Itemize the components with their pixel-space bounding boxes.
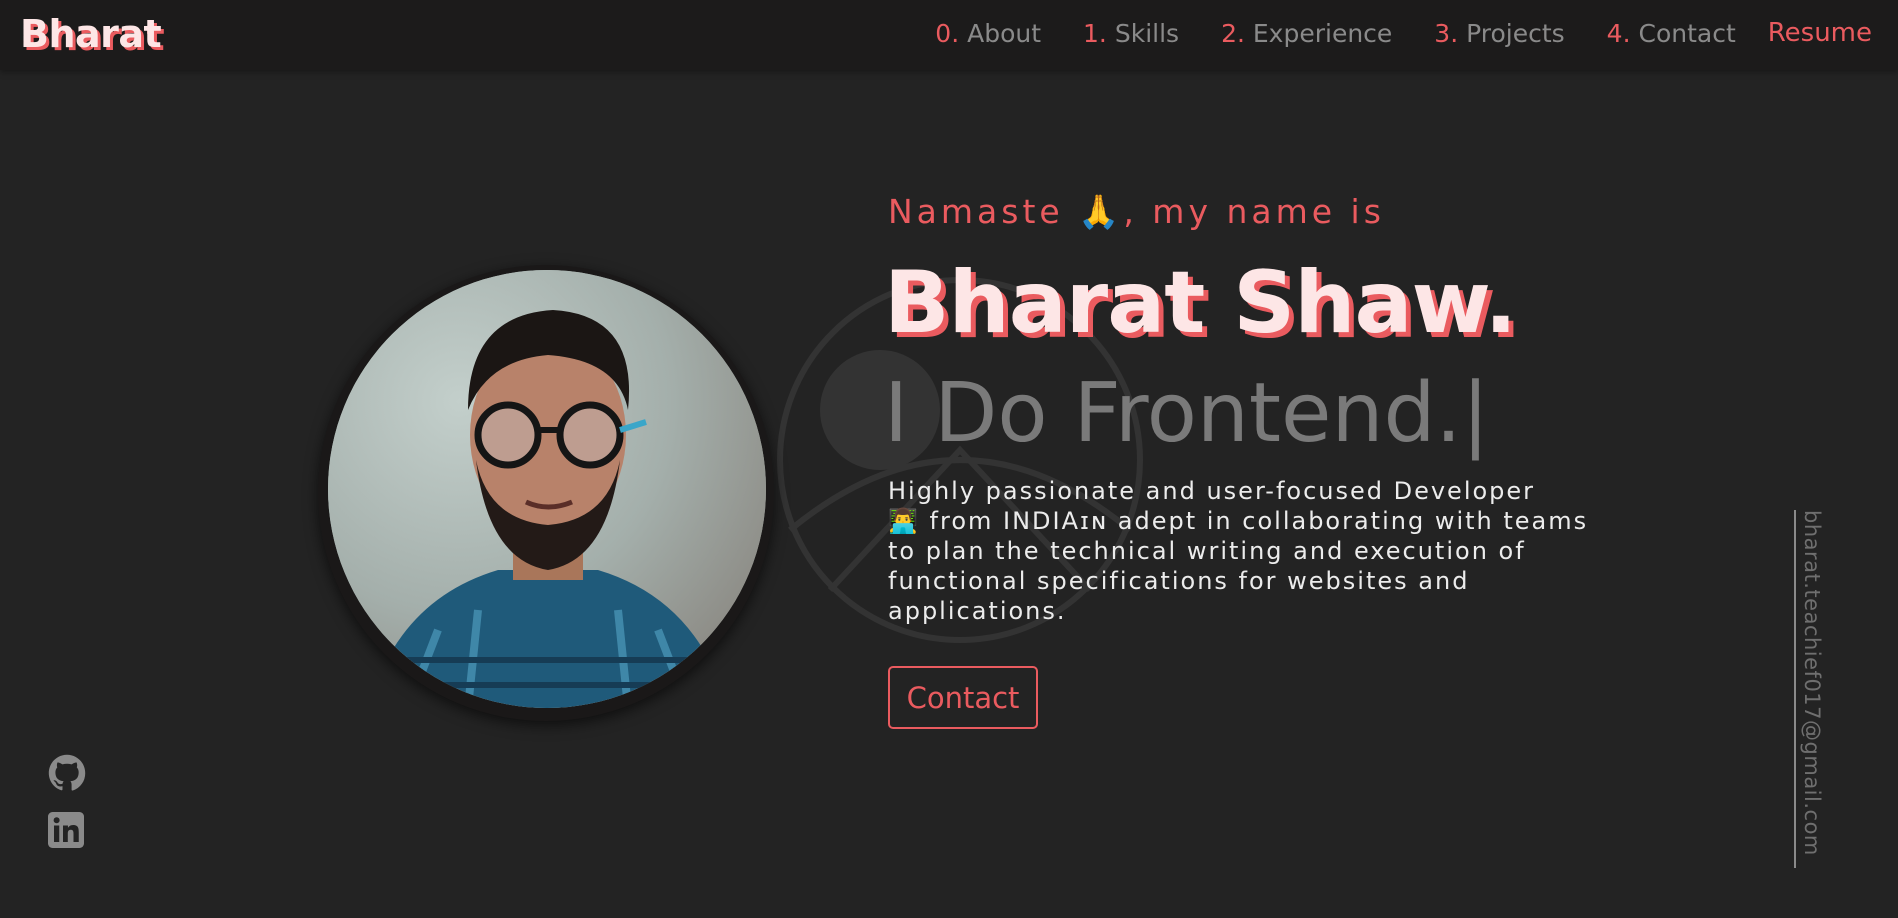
email-sidebar: bharat.teachief017@gmail.com (1794, 510, 1830, 868)
nav-label: Contact (1638, 18, 1736, 48)
github-icon (48, 754, 86, 791)
nav-number: 1. (1083, 18, 1107, 48)
site-header: Bharat 0. About 1. Skills 2. Experience … (0, 0, 1898, 70)
contact-button[interactable]: Contact (888, 666, 1038, 729)
nav-item-experience[interactable]: 2. Experience (1221, 19, 1392, 48)
hero-tagline: I Do Frontend.| (884, 366, 1490, 461)
nav-number: 4. (1606, 18, 1631, 48)
hero-bio: Highly passionate and user-focused Devel… (888, 476, 1618, 626)
nav-item-contact[interactable]: 4. Contact (1607, 19, 1736, 48)
hero-greeting: Namaste 🙏, my name is (888, 192, 1385, 232)
linkedin-link[interactable] (48, 812, 84, 852)
github-link[interactable] (48, 754, 86, 796)
nav-number: 2. (1221, 18, 1245, 48)
bio-line-1: Highly passionate and user-focused Devel… (888, 477, 1536, 505)
nav-item-projects[interactable]: 3. Projects (1434, 19, 1564, 48)
nav-number: 0. (935, 18, 960, 48)
nav-item-skills[interactable]: 1. Skills (1083, 19, 1179, 48)
profile-photo (328, 270, 766, 708)
linkedin-icon (48, 812, 84, 848)
nav-label: About (967, 18, 1042, 48)
nav-item-about[interactable]: 0. About (935, 19, 1041, 48)
person-portrait-icon (328, 270, 766, 708)
email-divider-line (1794, 510, 1796, 868)
developer-emoji-icon: 👨‍💻 (888, 507, 920, 535)
nav-label: Experience (1252, 18, 1393, 48)
greeting-suffix: , my name is (1123, 192, 1385, 231)
greeting-prefix: Namaste (888, 192, 1064, 231)
greeting-emoji-icon: 🙏 (1078, 192, 1124, 231)
hero-name: Bharat Shaw. (884, 253, 1517, 353)
bio-rest: from INDIAɪɴ adept in collaborating with… (888, 507, 1589, 625)
nav-label: Projects (1466, 18, 1565, 48)
main-nav: 0. About 1. Skills 2. Experience 3. Proj… (893, 18, 1872, 48)
nav-number: 3. (1434, 18, 1459, 48)
resume-link[interactable]: Resume (1768, 18, 1872, 48)
nav-label: Skills (1114, 18, 1180, 48)
email-link[interactable]: bharat.teachief017@gmail.com (1800, 510, 1824, 856)
site-logo[interactable]: Bharat (20, 12, 162, 56)
